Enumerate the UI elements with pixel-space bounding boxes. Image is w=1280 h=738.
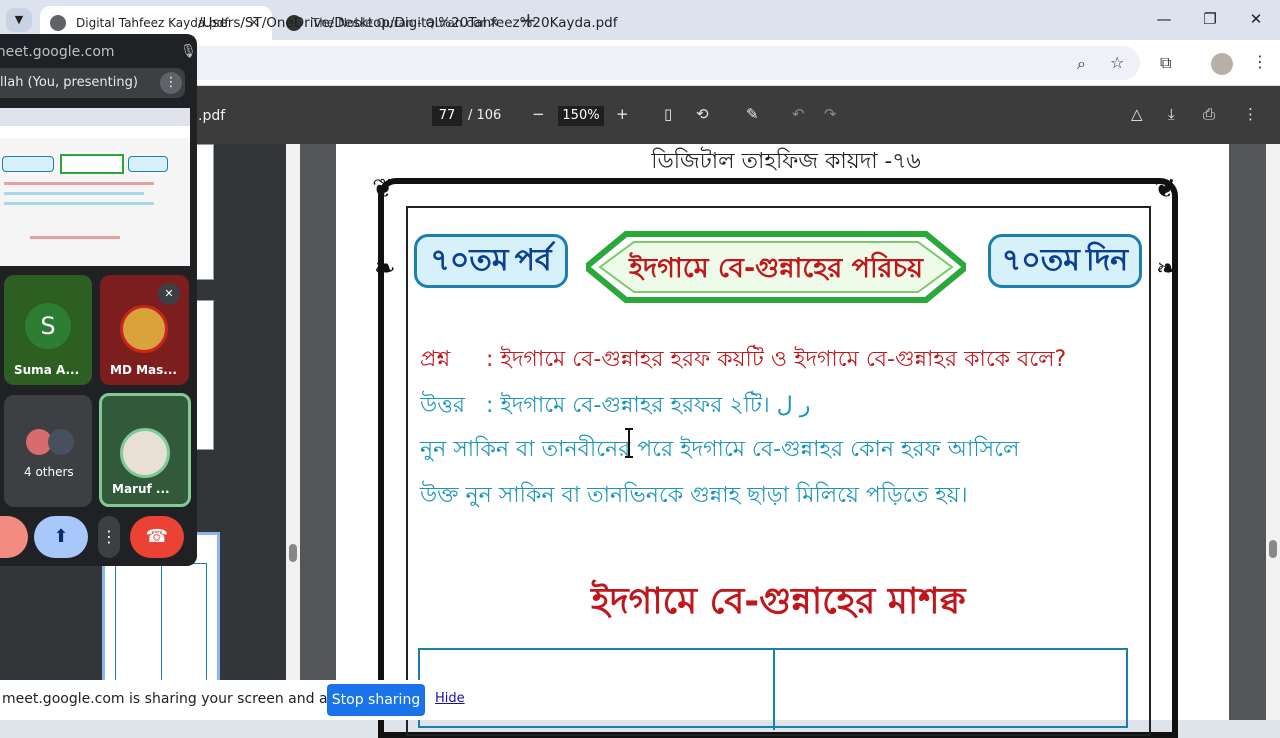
- redo-icon[interactable]: ↷: [824, 105, 837, 123]
- hide-link[interactable]: Hide: [435, 691, 465, 706]
- practice-table: [418, 648, 1128, 730]
- sharing-message: meet.google.com is sharing your screen a…: [2, 691, 362, 707]
- question-label: প্রশ্ন: [420, 347, 451, 372]
- day-number: ৭০তম: [1001, 242, 1080, 278]
- drive-upload-icon[interactable]: △: [1131, 105, 1143, 123]
- annotate-icon[interactable]: ✎: [746, 105, 759, 123]
- tab-strip: ▼ Digital Tahfeez Kayda.pdf ✕ The Noble …: [0, 0, 1280, 40]
- zoom-level-input[interactable]: 150%: [558, 106, 604, 126]
- page-total: / 106: [468, 108, 502, 123]
- profile-avatar[interactable]: [1211, 53, 1233, 75]
- participant-tile[interactable]: ✕ MD Mas...: [100, 275, 189, 385]
- print-icon[interactable]: ⎙: [1203, 105, 1215, 123]
- url-text: /Users/ST/OneDrive/Desktop/Digital%20Tah…: [198, 15, 618, 31]
- mic-icon[interactable]: 🎙: [180, 44, 197, 59]
- question-text: : ইদগামে বে-গুন্নাহর হরফ কয়টি ও ইদগামে …: [486, 347, 1067, 372]
- leave-call-button[interactable]: ☎: [130, 516, 184, 558]
- rotate-icon[interactable]: ⟲: [696, 105, 709, 123]
- presenting-more-icon[interactable]: ⋮: [160, 72, 182, 94]
- answer-label: উত্তর: [420, 393, 465, 418]
- zoom-in-icon[interactable]: +: [616, 105, 629, 123]
- explanation-line-2: উক্ত নুন সাকিন বা তানভিনকে গুন্নাহ ছাড়া…: [420, 483, 968, 508]
- bookmark-star-icon[interactable]: ☆: [1110, 53, 1124, 72]
- presenting-label: llah (You, presenting): [0, 75, 138, 90]
- corner-ornament-icon: ❦: [372, 174, 394, 204]
- restore-icon[interactable]: ❐: [1198, 10, 1222, 30]
- episode-number: ৭০তম: [430, 242, 509, 278]
- participant-tile[interactable]: S Suma A...: [4, 275, 92, 385]
- page-scrollbar[interactable]: [1266, 144, 1280, 720]
- meet-panel: meet.google.com 🎙 llah (You, presenting)…: [0, 34, 197, 566]
- participant-tile-speaking[interactable]: Maruf ...: [99, 393, 191, 507]
- extensions-icon[interactable]: ⧉: [1160, 53, 1171, 73]
- stop-sharing-button[interactable]: Stop sharing: [327, 684, 425, 716]
- meet-url: meet.google.com 🎙: [0, 44, 197, 60]
- participant-tile[interactable]: 4 others: [4, 395, 92, 507]
- pdf-filename: .pdf: [198, 108, 226, 124]
- corner-ornament-icon: ❦: [1154, 174, 1176, 204]
- minimize-icon[interactable]: —: [1152, 10, 1176, 30]
- episode-badge: ৭০তম পর্ব: [414, 234, 568, 288]
- presenting-bar: llah (You, presenting) ⋮: [0, 68, 185, 98]
- more-options-icon[interactable]: ⋮: [1243, 105, 1258, 123]
- zoom-out-icon[interactable]: −: [532, 105, 545, 123]
- tab-search-button[interactable]: ▼: [6, 8, 32, 32]
- lesson-title: ইদগামে বে-গুন্নাহের পরিচয়: [628, 253, 924, 284]
- more-menu-icon[interactable]: ⋮: [1252, 52, 1268, 71]
- camera-off-button[interactable]: [0, 516, 28, 558]
- globe-icon: [50, 15, 66, 31]
- muted-mic-icon: ✕: [158, 283, 180, 305]
- avatar: [120, 428, 170, 478]
- side-ornament-icon: ❧: [1156, 254, 1178, 284]
- practice-title: ইদগামে বে-গুন্নাহের মাশক্ব: [591, 581, 966, 622]
- table-divider: [773, 650, 775, 730]
- text-cursor-icon: [625, 428, 633, 458]
- sharing-notification-bar: meet.google.com is sharing your screen a…: [0, 680, 470, 720]
- avatar: [48, 429, 74, 455]
- page-number-input[interactable]: 77: [432, 106, 462, 126]
- avatar: S: [25, 303, 71, 349]
- address-bar[interactable]: [120, 46, 1140, 80]
- screen-share-preview: [0, 108, 190, 266]
- present-screen-button[interactable]: ⬆: [34, 516, 88, 558]
- download-icon[interactable]: ⤓: [1168, 105, 1175, 123]
- thumbnail-scrollbar[interactable]: [286, 144, 300, 720]
- meet-url-text: meet.google.com: [0, 44, 115, 60]
- side-ornament-icon: ❧: [374, 254, 396, 284]
- participant-name: Maruf ...: [112, 482, 170, 496]
- page-thumbnail[interactable]: [196, 144, 214, 280]
- explanation-line-1: নুন সাকিন বা তানবীনের পরে ইদগামে বে-গুন্…: [420, 437, 1020, 462]
- episode-word: পর্ব: [514, 242, 552, 278]
- pdf-page: ডিজিটাল তাহফিজ কায়দা -৭৬ ❦ ❦ ❧ ❧ ৭০তম প…: [336, 144, 1229, 738]
- undo-icon[interactable]: ↶: [792, 105, 805, 123]
- page-thumbnail[interactable]: [196, 300, 214, 450]
- more-options-button[interactable]: ⋮: [98, 516, 120, 558]
- answer-text: : ইদগামে বে-গুন্নাহর হরফর ২টি। ر ل: [486, 393, 811, 418]
- fit-page-icon[interactable]: ▯: [664, 105, 672, 123]
- participant-name: Suma A...: [14, 363, 80, 377]
- day-word: দিন: [1085, 242, 1129, 278]
- day-badge: ৭০তম দিন: [988, 234, 1142, 288]
- close-window-icon[interactable]: ✕: [1244, 10, 1268, 30]
- avatar: [120, 305, 168, 353]
- page-header: ডিজিটাল তাহফিজ কায়দা -৭৬: [651, 149, 921, 174]
- zoom-icon[interactable]: ⌕: [1077, 54, 1086, 74]
- participant-name: MD Mas...: [110, 363, 177, 377]
- participant-name: 4 others: [24, 465, 74, 479]
